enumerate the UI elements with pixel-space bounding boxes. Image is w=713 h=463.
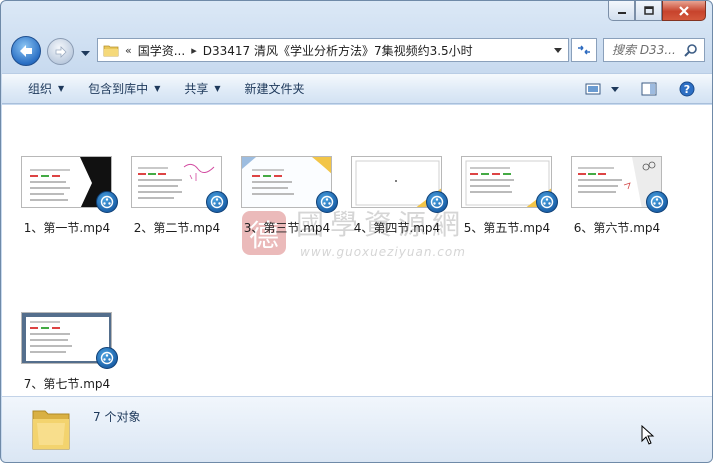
folder-icon xyxy=(32,410,70,450)
film-reel-icon xyxy=(210,195,224,209)
preview-pane-icon xyxy=(641,82,657,96)
explorer-window: « 国学资... ▸ D33417 清风《学业分析方法》7集视频约3.5小时 组 xyxy=(0,0,713,463)
include-in-library-menu[interactable]: 包含到库中 ▼ xyxy=(76,74,172,103)
folder-icon xyxy=(103,45,119,57)
close-button[interactable] xyxy=(662,1,706,21)
media-player-badge xyxy=(96,347,118,369)
minimize-button[interactable] xyxy=(608,1,635,21)
chevron-down-icon: ▼ xyxy=(214,84,221,93)
organize-label: 组织 xyxy=(28,82,53,96)
chevron-down-icon xyxy=(81,51,90,56)
view-controls: ? xyxy=(580,78,700,100)
maximize-icon xyxy=(643,6,654,15)
command-bar: 组织 ▼ 包含到库中 ▼ 共享 ▼ 新建文件夹 ? xyxy=(2,73,712,104)
film-reel-icon xyxy=(100,351,114,365)
back-button[interactable] xyxy=(11,36,41,66)
breadcrumb-overflow[interactable]: « xyxy=(125,44,132,57)
film-reel-icon xyxy=(540,195,554,209)
breadcrumb-separator[interactable]: ▸ xyxy=(191,44,197,57)
forward-button[interactable] xyxy=(47,38,74,65)
search-box[interactable] xyxy=(603,38,705,62)
media-player-badge xyxy=(206,191,228,213)
refresh-icon xyxy=(578,45,590,55)
navigation-bar: « 国学资... ▸ D33417 清风《学业分析方法》7集视频约3.5小时 xyxy=(9,34,706,66)
chevron-down-icon xyxy=(611,86,619,92)
watermark-url: www.guoxueziyuan.com xyxy=(300,245,466,259)
share-label: 共享 xyxy=(184,82,209,96)
mouse-cursor-icon xyxy=(641,425,655,445)
close-icon xyxy=(679,5,689,16)
new-folder-button[interactable]: 新建文件夹 xyxy=(233,74,317,103)
breadcrumb-item-current[interactable]: D33417 清风《学业分析方法》7集视频约3.5小时 xyxy=(203,42,473,59)
share-menu[interactable]: 共享 ▼ xyxy=(172,74,232,103)
media-player-badge xyxy=(426,191,448,213)
file-name: 2、第二节.mp4 xyxy=(133,221,221,235)
minimize-icon xyxy=(617,11,626,14)
chevron-down-icon: ▼ xyxy=(58,84,65,93)
breadcrumb-item-parent[interactable]: 国学资... xyxy=(138,42,185,59)
media-player-badge xyxy=(316,191,338,213)
details-pane: 7 个对象 xyxy=(2,396,712,462)
new-folder-label: 新建文件夹 xyxy=(244,82,305,96)
include-library-label: 包含到库中 xyxy=(88,82,149,96)
search-icon xyxy=(684,44,697,57)
film-reel-icon xyxy=(320,195,334,209)
file-name: 7、第七节.mp4 xyxy=(23,377,111,391)
refresh-button[interactable] xyxy=(571,38,597,62)
address-bar[interactable]: « 国学资... ▸ D33417 清风《学业分析方法》7集视频约3.5小时 xyxy=(97,38,569,62)
search-input[interactable] xyxy=(612,43,682,57)
item-count: 7 个对象 xyxy=(93,410,141,424)
help-icon: ? xyxy=(679,81,695,97)
caption-buttons xyxy=(608,1,706,21)
file-name: 3、第三节.mp4 xyxy=(243,221,331,235)
chevron-down-icon xyxy=(554,47,562,53)
svg-text:?: ? xyxy=(684,83,690,96)
arrow-right-icon xyxy=(55,45,67,58)
arrow-left-icon xyxy=(20,45,32,57)
file-list: 德 國學資源網 www.guoxueziyuan.com 1、第一节.mp4 2… xyxy=(2,105,712,396)
maximize-button[interactable] xyxy=(635,1,662,21)
change-view-button[interactable] xyxy=(580,78,606,100)
file-name: 4、第四节.mp4 xyxy=(353,221,441,235)
view-icon xyxy=(585,83,601,95)
preview-pane-button[interactable] xyxy=(636,78,662,100)
help-button[interactable]: ? xyxy=(674,78,700,100)
film-reel-icon xyxy=(430,195,444,209)
media-player-badge xyxy=(646,191,668,213)
file-name: 5、第五节.mp4 xyxy=(463,221,551,235)
view-options-dropdown[interactable] xyxy=(606,78,624,100)
media-player-badge xyxy=(96,191,118,213)
media-player-badge xyxy=(536,191,558,213)
organize-menu[interactable]: 组织 ▼ xyxy=(2,74,76,103)
file-name: 1、第一节.mp4 xyxy=(23,221,111,235)
address-dropdown[interactable] xyxy=(550,39,566,61)
recent-pages-dropdown[interactable] xyxy=(81,46,90,60)
film-reel-icon xyxy=(650,195,664,209)
chevron-down-icon: ▼ xyxy=(154,84,161,93)
film-reel-icon xyxy=(100,195,114,209)
file-name: 6、第六节.mp4 xyxy=(573,221,661,235)
